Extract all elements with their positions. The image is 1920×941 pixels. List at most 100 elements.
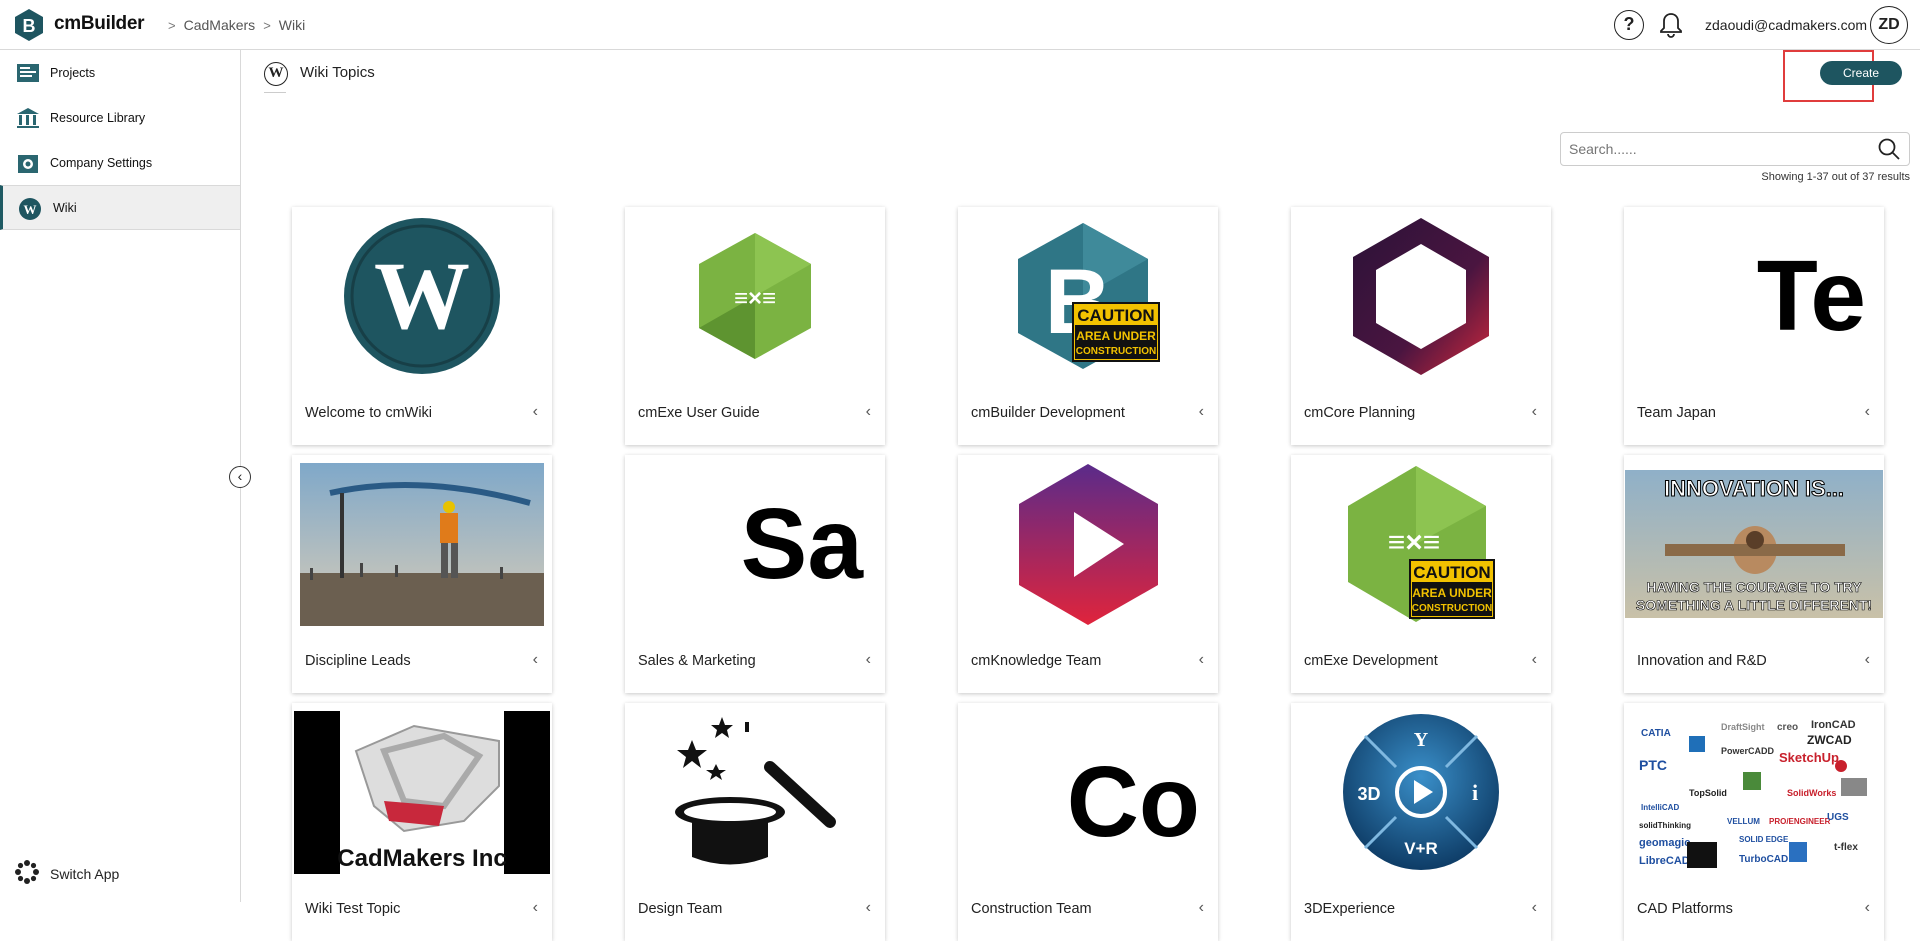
chevron-left-icon[interactable]: ‹ [866, 651, 871, 669]
meme-bottom-text-2: SOMETHING A LITTLE DIFFERENT! [1636, 597, 1872, 613]
chevron-left-icon[interactable]: ‹ [1532, 403, 1537, 421]
construction-text: CONSTRUCTION [1076, 346, 1157, 357]
chevron-left-icon[interactable]: ‹ [1199, 651, 1204, 669]
cad-logo-text: SolidWorks [1787, 788, 1836, 798]
topic-card[interactable]: CadMakers Inc Wiki Test Topic ‹ [292, 703, 552, 941]
topic-card-title: cmCore Planning [1304, 405, 1416, 421]
cad-logo-text: SketchUp [1779, 750, 1839, 765]
chevron-left-icon[interactable]: ‹ [1532, 651, 1537, 669]
topic-card[interactable]: Discipline Leads ‹ [292, 455, 552, 693]
meme-top-text: INNOVATION IS... [1664, 476, 1844, 501]
chevron-left-icon[interactable]: ‹ [533, 403, 538, 421]
area-under-text: AREA UNDER [1412, 586, 1492, 600]
user-email[interactable]: zdaoudi@cadmakers.com [1705, 17, 1867, 33]
switch-app-label: Switch App [50, 865, 120, 882]
caution-text: CAUTION [1413, 563, 1490, 582]
cad-logo-text: ZWCAD [1807, 733, 1852, 747]
cad-logo-text: PowerCADD [1721, 746, 1775, 756]
wiki-icon: W [18, 197, 44, 221]
cmexe-hexagon-thumbnail: ≡×≡ [625, 207, 885, 385]
area-under-text: AREA UNDER [1076, 329, 1156, 343]
cad-logo-text: creo [1777, 722, 1798, 733]
topic-card-title: cmExe User Guide [638, 405, 760, 421]
topic-card[interactable]: Y 3D i V+R 3DExperience ‹ [1291, 703, 1551, 941]
play-hexagon-thumbnail [958, 455, 1218, 633]
3d-label: 3D [1357, 784, 1380, 804]
sidebar-item-company-settings[interactable]: Company Settings [0, 140, 240, 185]
vr-label: V+R [1404, 839, 1438, 858]
svg-text:W: W [24, 202, 37, 217]
topic-card[interactable]: W Welcome to cmWiki ‹ [292, 207, 552, 445]
library-icon [15, 106, 41, 130]
topic-card-title: Team Japan [1637, 405, 1716, 421]
cad-logo-text: IntelliCAD [1641, 803, 1679, 812]
cad-logo-text: UGS [1827, 812, 1849, 823]
cmexe-caution-thumbnail: ≡×≡ CAUTION AREA UNDER CONSTRUCTION [1291, 455, 1551, 633]
topic-card[interactable]: Design Team ‹ [625, 703, 885, 941]
cad-logo-text: geomagic [1639, 837, 1690, 849]
topic-card-title: Welcome to cmWiki [305, 405, 433, 421]
cad-logo-text: TurboCAD [1739, 854, 1788, 865]
thumbnail-initials: Te [1756, 239, 1866, 352]
cad-logo-text: LibreCAD [1639, 855, 1690, 867]
svg-text:W: W [374, 242, 470, 349]
cad-logos-thumbnail: CATIA ZWCAD PTC SketchUp IronCAD creo Dr… [1624, 703, 1884, 881]
topic-card[interactable]: cmKnowledge Team ‹ [958, 455, 1218, 693]
cadmakers-logo-thumbnail: CadMakers Inc [292, 703, 552, 881]
topic-card-title: 3DExperience [1304, 901, 1396, 917]
cad-logo-text: IronCAD [1811, 719, 1856, 731]
construction-text: CONSTRUCTION [1412, 603, 1493, 614]
sidebar-item-projects[interactable]: Projects [0, 50, 240, 95]
3dx-compass-thumbnail: Y 3D i V+R [1291, 703, 1551, 881]
bell-icon[interactable] [1656, 10, 1686, 40]
chevron-left-icon[interactable]: ‹ [1865, 651, 1870, 669]
app-logo-icon[interactable]: B [12, 8, 46, 42]
topic-card[interactable]: BCAUTIONAREA UNDERCONSTRUCTION cmBuilder… [958, 207, 1218, 445]
topic-card[interactable]: INNOVATION IS... HAVING THE COURAGE TO TR… [1624, 455, 1884, 693]
thumbnail-initials: Sa [740, 487, 863, 600]
search-icon[interactable] [1877, 137, 1901, 161]
results-count: Showing 1-37 out of 37 results [1761, 171, 1910, 183]
topic-card-title: CAD Platforms [1637, 901, 1733, 917]
topic-card-title: Design Team [638, 901, 723, 917]
breadcrumb-wiki[interactable]: Wiki [279, 17, 305, 33]
cad-logo-text: VELLUM [1727, 817, 1760, 826]
construction-photo-thumbnail [292, 455, 552, 633]
magic-hat-thumbnail [625, 703, 885, 881]
chevron-left-icon[interactable]: ‹ [1865, 403, 1870, 421]
breadcrumb-company[interactable]: CadMakers [184, 17, 256, 33]
apps-grid-icon [14, 859, 40, 888]
topic-card[interactable]: Sa Sales & Marketing ‹ [625, 455, 885, 693]
top-bar: B cmBuilder > CadMakers > Wiki ? zdaoudi… [0, 0, 1920, 50]
avatar[interactable]: ZD [1870, 6, 1908, 44]
chevron-left-icon[interactable]: ‹ [533, 651, 538, 669]
topic-card[interactable]: cmCore Planning ‹ [1291, 207, 1551, 445]
text-thumbnail: Te [1624, 207, 1884, 385]
cad-logo-text: DraftSight [1721, 722, 1765, 732]
topic-card[interactable]: ≡×≡ CAUTION AREA UNDER CONSTRUCTION cmExe D… [1291, 455, 1551, 693]
create-button[interactable]: Create [1820, 61, 1902, 85]
search-box [1560, 132, 1910, 166]
cad-logo-text: solidThinking [1639, 821, 1691, 830]
wiki-title-icon: W [264, 62, 288, 86]
switch-app-button[interactable]: Switch App [14, 859, 119, 888]
page-title: Wiki Topics [300, 64, 375, 81]
text-thumbnail: Sa [625, 455, 885, 633]
topic-card[interactable]: Co Construction Team ‹ [958, 703, 1218, 941]
svg-text:≡×≡: ≡×≡ [1388, 526, 1441, 559]
title-divider [264, 92, 286, 93]
cad-logo-text: TopSolid [1689, 788, 1727, 798]
sidebar-item-wiki[interactable]: W Wiki [0, 185, 240, 230]
svg-text:B: B [23, 16, 36, 36]
chevron-left-icon[interactable]: ‹ [866, 403, 871, 421]
sidebar-item-resource-library[interactable]: Resource Library [0, 95, 240, 140]
topic-card[interactable]: Te Team Japan ‹ [1624, 207, 1884, 445]
topic-card[interactable]: ≡×≡ cmExe User Guide ‹ [625, 207, 885, 445]
search-input[interactable] [1569, 141, 1877, 157]
topic-card[interactable]: CATIA ZWCAD PTC SketchUp IronCAD creo Dr… [1624, 703, 1884, 941]
breadcrumb-separator-icon: > [168, 17, 176, 33]
text-thumbnail: Co [958, 703, 1218, 881]
chevron-left-icon[interactable]: ‹ [1199, 403, 1204, 421]
help-icon[interactable]: ? [1614, 10, 1644, 40]
thumbnail-initials: Co [1066, 745, 1200, 858]
